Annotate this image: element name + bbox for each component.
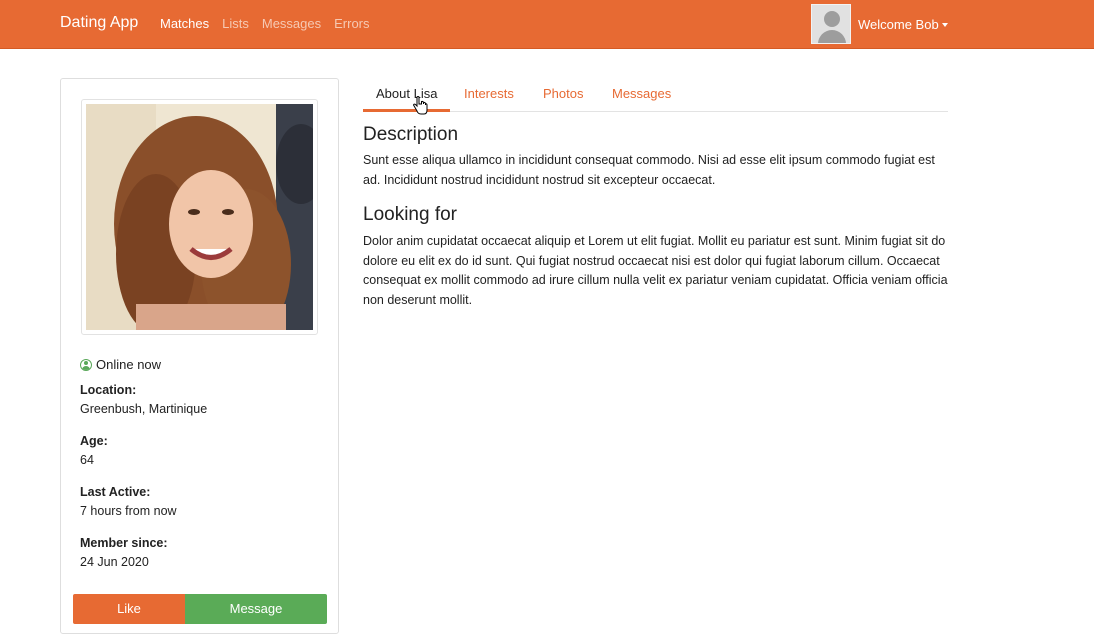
- caret-down-icon: [941, 23, 948, 28]
- looking-for-text: Dolor anim cupidatat occaecat aliquip et…: [363, 234, 948, 307]
- tab-about[interactable]: About Lisa: [376, 86, 437, 101]
- user-menu[interactable]: Welcome Bob: [811, 4, 948, 44]
- member-since-info: Member since: 24 Jun 2020: [80, 534, 168, 572]
- profile-card: Online now Location: Greenbush, Martiniq…: [60, 78, 339, 634]
- nav-link-lists[interactable]: Lists: [222, 16, 249, 31]
- location-info: Location: Greenbush, Martinique: [80, 381, 207, 419]
- last-active-info: Last Active: 7 hours from now: [80, 483, 177, 521]
- age-value: 64: [80, 453, 94, 467]
- brand-link[interactable]: Dating App: [60, 14, 138, 32]
- user-circle-icon: [80, 358, 92, 371]
- tab-photos[interactable]: Photos: [543, 86, 583, 101]
- age-label: Age:: [80, 434, 108, 448]
- hand-pointer-icon: [412, 96, 428, 121]
- user-avatar: [811, 4, 851, 44]
- tab-interests[interactable]: Interests: [464, 86, 514, 101]
- welcome-text: Welcome Bob: [858, 16, 939, 32]
- profile-photo: [86, 104, 313, 330]
- nav-link-messages[interactable]: Messages: [262, 16, 321, 31]
- location-label: Location:: [80, 383, 137, 397]
- online-status-text: Online now: [96, 357, 162, 372]
- last-active-label: Last Active:: [80, 485, 151, 499]
- looking-for-heading: Looking for: [363, 204, 458, 225]
- member-since-value: 24 Jun 2020: [80, 555, 149, 569]
- nav-links: Matches Lists Messages Errors: [160, 16, 370, 31]
- nav-link-matches[interactable]: Matches: [160, 16, 209, 31]
- active-tab-indicator: [363, 109, 450, 112]
- description-heading: Description: [363, 124, 459, 145]
- age-info: Age: 64: [80, 432, 108, 470]
- last-active-value: 7 hours from now: [80, 504, 177, 518]
- user-dropdown-toggle[interactable]: Welcome Bob: [858, 17, 948, 32]
- message-button[interactable]: Message: [185, 594, 327, 624]
- tab-messages[interactable]: Messages: [612, 86, 671, 101]
- profile-photo-frame: [81, 99, 318, 335]
- member-since-label: Member since:: [80, 536, 168, 550]
- profile-tabs: About Lisa Interests Photos Messages: [363, 78, 948, 112]
- description-text: Sunt esse aliqua ullamco in incididunt c…: [363, 153, 935, 187]
- navbar: Dating App Matches Lists Messages Errors…: [0, 0, 1094, 49]
- location-value: Greenbush, Martinique: [80, 402, 208, 416]
- online-status: Online now: [80, 357, 161, 372]
- nav-link-errors[interactable]: Errors: [334, 16, 369, 31]
- like-button[interactable]: Like: [73, 594, 185, 624]
